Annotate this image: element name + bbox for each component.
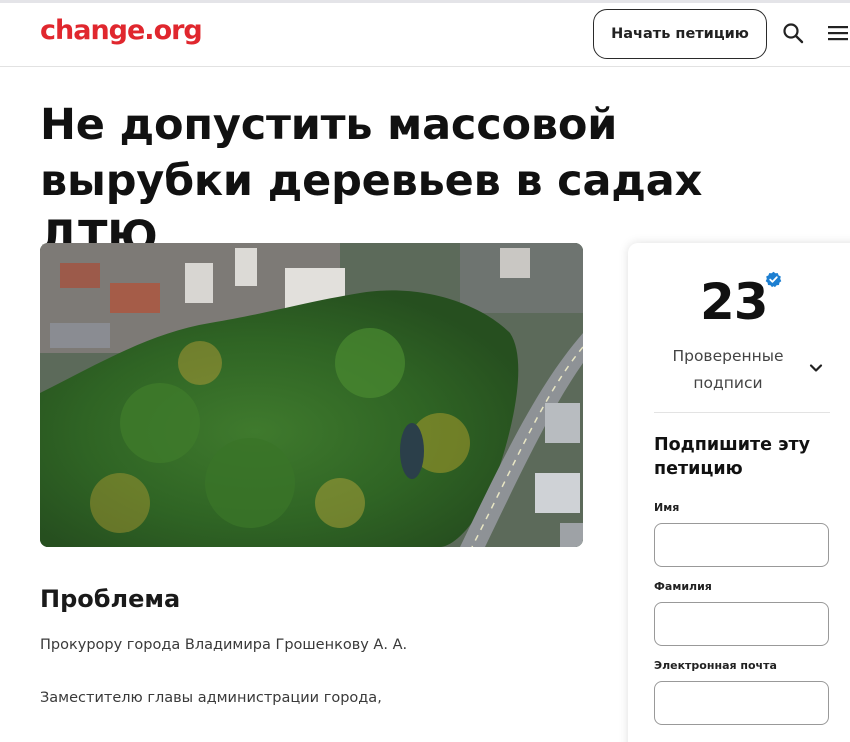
last-name-label: Фамилия	[654, 580, 712, 593]
problem-paragraph: Прокурору города Владимира Грошенкову А.…	[40, 637, 408, 653]
verified-badge-icon	[765, 271, 782, 288]
first-name-label: Имя	[654, 501, 680, 514]
problem-paragraph: Заместителю главы администрации города,	[40, 690, 382, 706]
menu-icon[interactable]	[826, 23, 850, 43]
last-name-field[interactable]	[654, 602, 829, 646]
divider	[654, 412, 830, 413]
search-icon[interactable]	[782, 22, 804, 44]
start-petition-button[interactable]: Начать петицию	[593, 9, 767, 59]
problem-heading: Проблема	[40, 585, 181, 613]
email-field[interactable]	[654, 681, 829, 725]
petition-photo	[40, 243, 583, 547]
verified-signatures-label: Проверенные подписи	[672, 347, 784, 392]
chevron-down-icon[interactable]	[808, 361, 824, 373]
first-name-field[interactable]	[654, 523, 829, 567]
site-header: change.org Начать петицию	[0, 3, 850, 67]
change-org-logo[interactable]: change.org	[40, 15, 203, 46]
signature-count: 23	[700, 273, 769, 331]
signature-card: 23 Проверенные подписи Подпишите эту пет…	[628, 243, 850, 742]
petition-title: Не допустить массовой вырубки деревьев в…	[40, 100, 703, 262]
email-label: Электронная почта	[654, 659, 777, 672]
sign-petition-title: Подпишите эту петицию	[654, 435, 811, 479]
